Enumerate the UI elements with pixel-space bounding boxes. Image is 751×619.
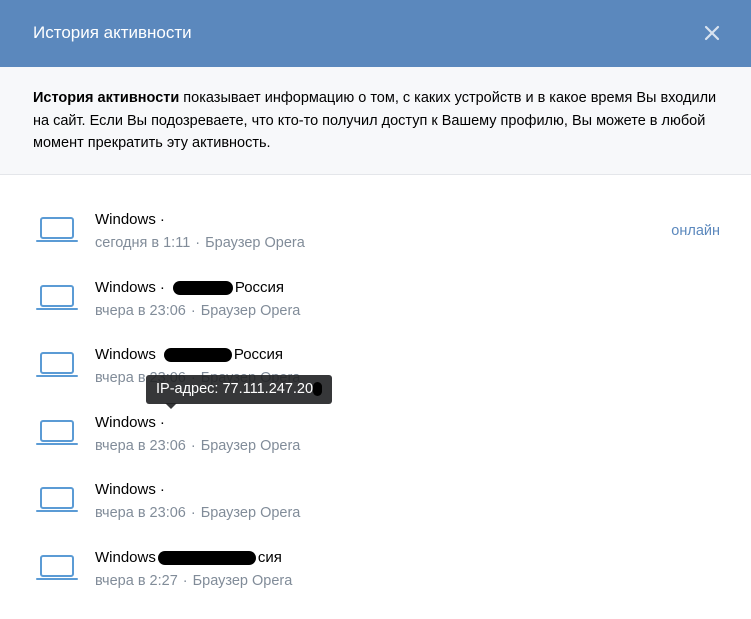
meta-dot: ·: [190, 505, 196, 522]
session-browser: Браузер Opera: [200, 302, 301, 319]
session-browser: Браузер Opera: [200, 505, 301, 522]
session-time: вчера в 23:06: [95, 302, 186, 319]
session-country: Россия: [234, 278, 285, 296]
ip-tooltip: IP-адрес: 77.111.247.20: [146, 375, 333, 404]
laptop-icon: [36, 217, 78, 242]
session-row[interactable]: Windows · сегодня в 1:11 · Браузер Opera он…: [0, 196, 751, 264]
meta-dot: ·: [190, 437, 196, 454]
modal-title: История активности: [33, 23, 192, 42]
session-row[interactable]: Windows · Россия вчера в 23:06 · Браузер Ope…: [0, 264, 751, 332]
meta-dot: ·: [182, 572, 188, 589]
session-device: Windows ·: [95, 481, 165, 499]
session-meta: сегодня в 1:11 · Браузер Opera: [95, 234, 305, 252]
info-bold-title: История активности: [33, 90, 180, 106]
session-browser: Браузер Opera: [205, 235, 305, 251]
session-separator: ·: [159, 413, 165, 431]
session-country: сия: [257, 548, 282, 566]
session-meta: вчера в 2:27 · Браузер Opera: [95, 572, 292, 590]
session-meta: вчера в 23:06·Браузер Opera: [95, 437, 300, 455]
session-time: вчера в 2:27: [95, 572, 178, 589]
tooltip-arrow: [165, 403, 177, 409]
session-os: Windows: [95, 346, 156, 364]
session-os: Windows: [95, 278, 156, 296]
session-status-online: онлайн: [671, 223, 720, 239]
session-country: Россия: [233, 346, 284, 364]
session-os: Windows: [95, 413, 156, 431]
session-os: Windows: [95, 481, 156, 499]
session-os: Windows: [95, 548, 156, 566]
redaction-mark: [163, 348, 232, 363]
laptop-icon: [36, 554, 78, 580]
session-time: сегодня в 1:11: [95, 235, 191, 251]
session-meta: вчера в 23:06·Браузер Opera: [95, 302, 300, 320]
redaction-mark: [172, 280, 233, 295]
laptop-icon: [36, 284, 78, 310]
session-device: Windows Россия: [95, 346, 283, 364]
meta-dot: ·: [195, 235, 201, 251]
session-separator: ·: [159, 481, 165, 499]
session-device: Windows · Россия: [95, 279, 284, 297]
session-separator: ·: [159, 278, 165, 296]
session-row[interactable]: Windows · вчера в 23:06 · Браузер Opera: [0, 466, 751, 534]
laptop-icon: [36, 487, 78, 513]
session-time: вчера в 23:06: [95, 437, 186, 454]
session-device: Windows ·: [95, 414, 165, 432]
modal-header: История активности: [0, 0, 751, 67]
laptop-icon: [36, 419, 78, 445]
redaction-mark: [313, 382, 323, 397]
session-device: Windows сия: [95, 549, 282, 567]
session-row[interactable]: WindowsРоссия вчера в 23:06·Браузер Oper…: [0, 331, 751, 399]
session-row[interactable]: Windows сия вчера в 2:27 · Браузер Opera: [0, 534, 751, 602]
info-panel: История активности показывает информацию…: [0, 67, 751, 175]
redaction-mark: [157, 551, 256, 565]
close-icon[interactable]: [700, 21, 724, 45]
sessions-list: Windows · сегодня в 1:11 · Браузер Opera он…: [0, 196, 751, 602]
info-description: История активности показывает информацию…: [33, 87, 723, 155]
session-row[interactable]: Windows · вчера в 23:06 · Браузер Opera: [0, 399, 751, 467]
session-os: Windows: [95, 211, 156, 228]
session-browser: Браузер Opera: [200, 437, 301, 454]
meta-dot: ·: [190, 302, 196, 319]
session-device: Windows ·: [95, 211, 165, 229]
session-meta: вчера в 23:06·Браузер Opera: [95, 504, 300, 522]
session-separator: ·: [159, 211, 165, 228]
ip-address-label: IP-адрес: 77.111.247.20: [156, 381, 314, 397]
session-browser: Браузер Opera: [192, 572, 293, 589]
session-time: вчера в 23:06: [95, 505, 186, 522]
laptop-icon: [36, 352, 78, 378]
